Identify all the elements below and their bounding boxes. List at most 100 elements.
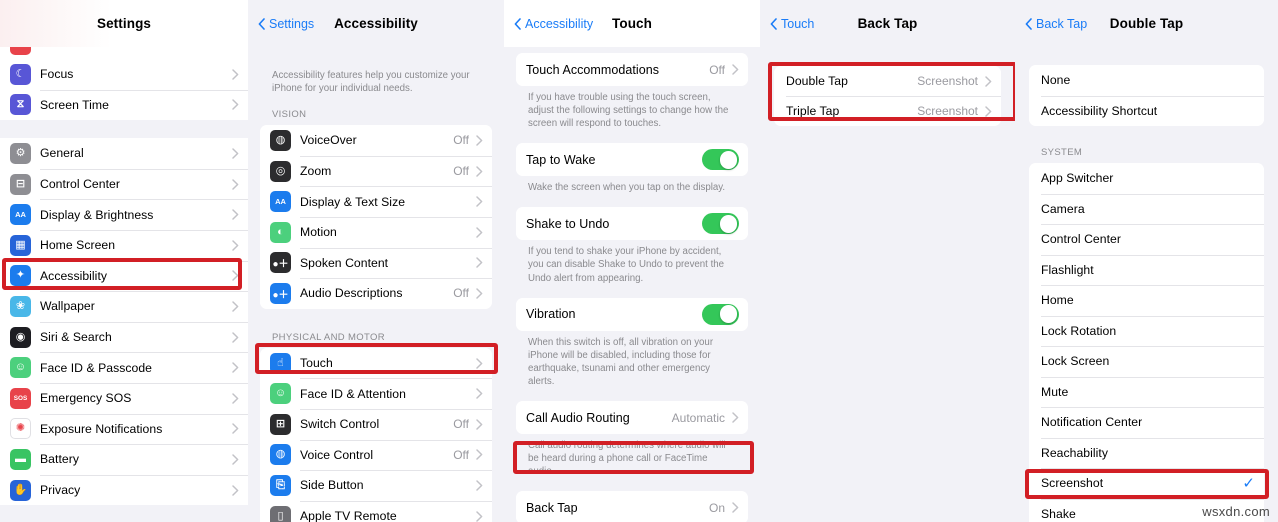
double-tap-system-group: App Switcher Camera Control Center Flashlig… (1029, 163, 1264, 522)
list-item-label: Emergency SOS (40, 391, 132, 406)
touch-group: Back Tap On (516, 491, 748, 522)
sidebar-item-face-id-attention[interactable]: ☺ Face ID & Attention (260, 378, 492, 409)
sidebar-item-screen-time[interactable]: ⧖ Screen Time (0, 89, 248, 121)
list-item-partial[interactable] (0, 47, 248, 59)
chevron-right-icon (985, 105, 992, 117)
setting-row-double-tap[interactable]: Double Tap Screenshot (774, 66, 1001, 96)
voiceover-icon: ◍ (270, 129, 291, 151)
sidebar-item-accessibility[interactable]: ✦ Accessibility (0, 260, 248, 292)
setting-value: Screenshot (917, 74, 978, 88)
sidebar-item-voiceover[interactable]: ◍ VoiceOver Off (260, 125, 492, 156)
back-button-label: Touch (781, 16, 815, 31)
page-title: Accessibility (334, 16, 418, 31)
chevron-right-icon (232, 270, 239, 282)
sidebar-item-exposure-notifications[interactable]: ✺ Exposure Notifications (0, 413, 248, 445)
sidebar-item-side-button[interactable]: ⎘ Side Button (260, 470, 492, 501)
sidebar-item-siri-search[interactable]: ◉ Siri & Search (0, 321, 248, 353)
accessibility-icon: ✦ (10, 265, 31, 287)
chevron-right-icon (476, 418, 483, 430)
chevron-right-icon (476, 135, 483, 146)
back-button-settings[interactable]: Settings (258, 17, 314, 31)
option-screenshot[interactable]: Screenshot ✓ (1029, 468, 1264, 499)
option-label: Home (1041, 293, 1074, 308)
list-item-label: Zoom (300, 164, 332, 179)
chevron-right-icon (476, 357, 483, 369)
list-item-label: Battery (40, 452, 79, 467)
sidebar-item-display-brightness[interactable]: AA Display & Brightness (0, 199, 248, 230)
toggle-knob (719, 305, 738, 324)
sidebar-item-display-text-size[interactable]: AA Display & Text Size (260, 186, 492, 217)
option-lock-screen[interactable]: Lock Screen (1029, 346, 1264, 377)
option-lock-rotation[interactable]: Lock Rotation (1029, 315, 1264, 346)
section-header: SYSTEM (1041, 147, 1083, 158)
toggle-shake-to-undo[interactable] (702, 213, 739, 235)
chevron-right-icon (232, 148, 239, 159)
sidebar-item-face-id-passcode[interactable]: ☺ Face ID & Passcode (0, 352, 248, 383)
sidebar-item-apple-tv-remote[interactable]: ▯ Apple TV Remote (260, 500, 492, 522)
sidebar-item-emergency-sos[interactable]: SOS Emergency SOS (0, 382, 248, 414)
sidebar-item-general[interactable]: ⚙ General (0, 138, 248, 169)
setting-row-vibration[interactable]: Vibration (516, 297, 748, 331)
sidebar-item-home-screen[interactable]: ▦ Home Screen (0, 229, 248, 261)
sidebar-item-battery[interactable]: ▬ Battery (0, 444, 248, 475)
sidebar-item-audio-descriptions[interactable]: ●＋ Audio Descriptions Off (260, 278, 492, 309)
settings-group: ⚙ General ⊟ Control Center AA Display & Brigh… (0, 138, 248, 506)
chevron-right-icon (232, 423, 239, 435)
sidebar-item-wallpaper[interactable]: ❀ Wallpaper (0, 291, 248, 322)
page-title: Back Tap (857, 16, 918, 31)
chevron-right-icon (476, 165, 483, 177)
list-item-value: Off (453, 417, 469, 432)
back-button-touch[interactable]: Touch (770, 17, 814, 31)
setting-footnote: If you have trouble using the touch scre… (528, 92, 729, 130)
option-accessibility-shortcut[interactable]: Accessibility Shortcut (1029, 95, 1264, 126)
toggle-tap-to-wake[interactable] (702, 149, 739, 171)
option-notification-center[interactable]: Notification Center (1029, 407, 1264, 438)
back-button-back-tap[interactable]: Back Tap (1025, 17, 1087, 31)
back-button-accessibility[interactable]: Accessibility (514, 17, 593, 31)
chevron-right-icon (476, 449, 483, 461)
back-button-label: Back Tap (1036, 16, 1088, 31)
sidebar-item-zoom[interactable]: ◎ Zoom Off (260, 155, 492, 187)
option-label: Control Center (1041, 232, 1121, 247)
setting-row-triple-tap[interactable]: Triple Tap Screenshot (774, 96, 1001, 126)
option-reachability[interactable]: Reachability (1029, 437, 1264, 468)
sidebar-item-spoken-content[interactable]: ●＋ Spoken Content (260, 247, 492, 279)
setting-row-tap-to-wake[interactable]: Tap to Wake (516, 143, 748, 177)
sidebar-item-voice-control[interactable]: ◍ Voice Control Off (260, 439, 492, 471)
list-item-label: Accessibility (40, 268, 108, 283)
toggle-vibration[interactable] (702, 303, 739, 325)
section-header: PHYSICAL AND MOTOR (272, 331, 385, 343)
list-item-label: VoiceOver (300, 133, 357, 148)
setting-row-touch-accommodations[interactable]: Touch Accommodations Off (516, 53, 748, 86)
option-control-center[interactable]: Control Center (1029, 224, 1264, 255)
list-item-label: Audio Descriptions (300, 286, 403, 301)
option-app-switcher[interactable]: App Switcher (1029, 163, 1264, 194)
option-home[interactable]: Home (1029, 285, 1264, 316)
emergency-sos-icon: SOS (10, 387, 31, 409)
panel-double-tap: Back Tap Double Tap None Accessibility Sh… (1015, 0, 1278, 522)
option-camera[interactable]: Camera (1029, 193, 1264, 224)
sidebar-item-switch-control[interactable]: ⊞ Switch Control Off (260, 408, 492, 440)
sidebar-item-privacy[interactable]: ✋ Privacy (0, 474, 248, 506)
setting-row-call-audio-routing[interactable]: Call Audio Routing Automatic (516, 401, 748, 435)
list-item-label: Exposure Notifications (40, 421, 163, 436)
sounds-haptics-icon (10, 47, 31, 55)
setting-row-back-tap[interactable]: Back Tap On (516, 491, 748, 522)
page-title: Touch (612, 16, 652, 31)
group-separator (0, 505, 248, 522)
touch-group: Shake to Undo (516, 207, 748, 241)
sidebar-item-touch[interactable]: ☝ Touch (260, 347, 492, 379)
list-item-label: Wallpaper (40, 299, 95, 314)
option-mute[interactable]: Mute (1029, 376, 1264, 407)
touch-group: Call Audio Routing Automatic (516, 401, 748, 435)
option-label: App Switcher (1041, 171, 1114, 186)
chevron-right-icon (232, 392, 239, 404)
sidebar-item-control-center[interactable]: ⊟ Control Center (0, 168, 248, 200)
sidebar-item-focus[interactable]: ☾ Focus (0, 59, 248, 90)
option-flashlight[interactable]: Flashlight (1029, 254, 1264, 285)
option-none[interactable]: None (1029, 65, 1264, 96)
list-item-value: Off (453, 133, 469, 148)
sidebar-item-motion[interactable]: ◐ Motion (260, 216, 492, 248)
option-label: Reachability (1041, 445, 1108, 460)
setting-row-shake-to-undo[interactable]: Shake to Undo (516, 207, 748, 241)
